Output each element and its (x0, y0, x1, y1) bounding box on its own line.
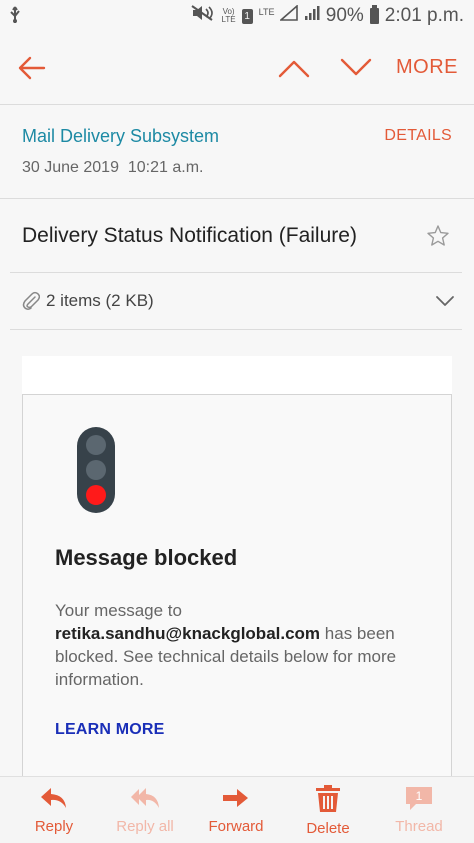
reply-label: Reply (34, 818, 74, 835)
reply-icon (41, 788, 66, 808)
volte-bottom: LTE (221, 15, 236, 24)
reply-button[interactable]: Reply (14, 785, 94, 835)
traffic-light-lamp-middle (86, 460, 106, 480)
card-text-before: Your message to (55, 601, 182, 620)
usb-debug-icon (8, 6, 22, 29)
bottom-action-bar: Reply Reply all Forward Delete 1 Thread (0, 776, 474, 843)
card-title: Message blocked (55, 545, 238, 570)
thread-icon: 1 (406, 787, 432, 810)
reply-all-icon (131, 788, 159, 808)
email-date: 30 June 2019 (22, 159, 119, 176)
blocked-message-card: Message blocked Your message to retika.s… (22, 394, 452, 835)
traffic-light-icon (77, 427, 115, 513)
thread-button[interactable]: 1 Thread (379, 785, 459, 835)
volte-badge: Vo) LTE (222, 8, 236, 24)
signal-icon (304, 5, 320, 27)
delete-button[interactable]: Delete (288, 785, 368, 837)
thread-label: Thread (395, 818, 443, 835)
email-subject: Delivery Status Notification (Failure) (22, 224, 357, 247)
sender-name[interactable]: Mail Delivery Subsystem (22, 126, 219, 147)
battery-percent: 90% (325, 5, 364, 26)
email-datetime: 30 June 2019 10:21 a.m. (22, 159, 203, 177)
sim-icon: 1 (241, 8, 253, 24)
header-divider (0, 198, 474, 199)
delete-label: Delete (306, 820, 350, 837)
traffic-light-lamp-top (86, 435, 106, 455)
email-time: 10:21 a.m. (127, 159, 204, 176)
thread-count: 1 (416, 789, 423, 803)
delete-icon (316, 785, 340, 812)
attachments-row[interactable]: 2 items (2 KB) (10, 272, 462, 330)
star-icon[interactable] (426, 224, 450, 248)
mute-icon (190, 4, 216, 28)
learn-more-link[interactable]: LEARN MORE (55, 721, 165, 739)
email-toolbar: MORE (0, 32, 474, 104)
lte-label: LTE (258, 7, 275, 17)
chevron-down-icon[interactable] (338, 52, 374, 84)
reply-all-button[interactable]: Reply all (105, 785, 185, 835)
forward-icon (223, 789, 248, 807)
paperclip-icon (22, 291, 41, 311)
clock: 2:01 p.m. (384, 5, 464, 26)
back-arrow-icon[interactable] (14, 50, 50, 86)
message-body-top (22, 356, 452, 394)
status-bar: Vo) LTE 1 LTE 90% 2:01 p.m. (0, 0, 474, 32)
battery-icon (369, 5, 379, 24)
toolbar-divider (0, 104, 474, 105)
attachments-label: 2 items (2 KB) (46, 291, 154, 310)
traffic-light-lamp-red (86, 485, 106, 505)
forward-label: Forward (208, 818, 264, 835)
chevron-down-icon[interactable] (434, 291, 456, 311)
recipient-email: retika.sandhu@knackglobal.com (55, 624, 321, 643)
more-button[interactable]: MORE (396, 56, 458, 79)
reply-all-label: Reply all (116, 818, 174, 835)
chevron-up-icon[interactable] (276, 52, 312, 84)
lte-signal-icon: LTE (258, 4, 298, 27)
card-text: Your message to retika.sandhu@knackgloba… (55, 599, 425, 691)
details-button[interactable]: DETAILS (384, 127, 452, 145)
forward-button[interactable]: Forward (196, 785, 276, 835)
